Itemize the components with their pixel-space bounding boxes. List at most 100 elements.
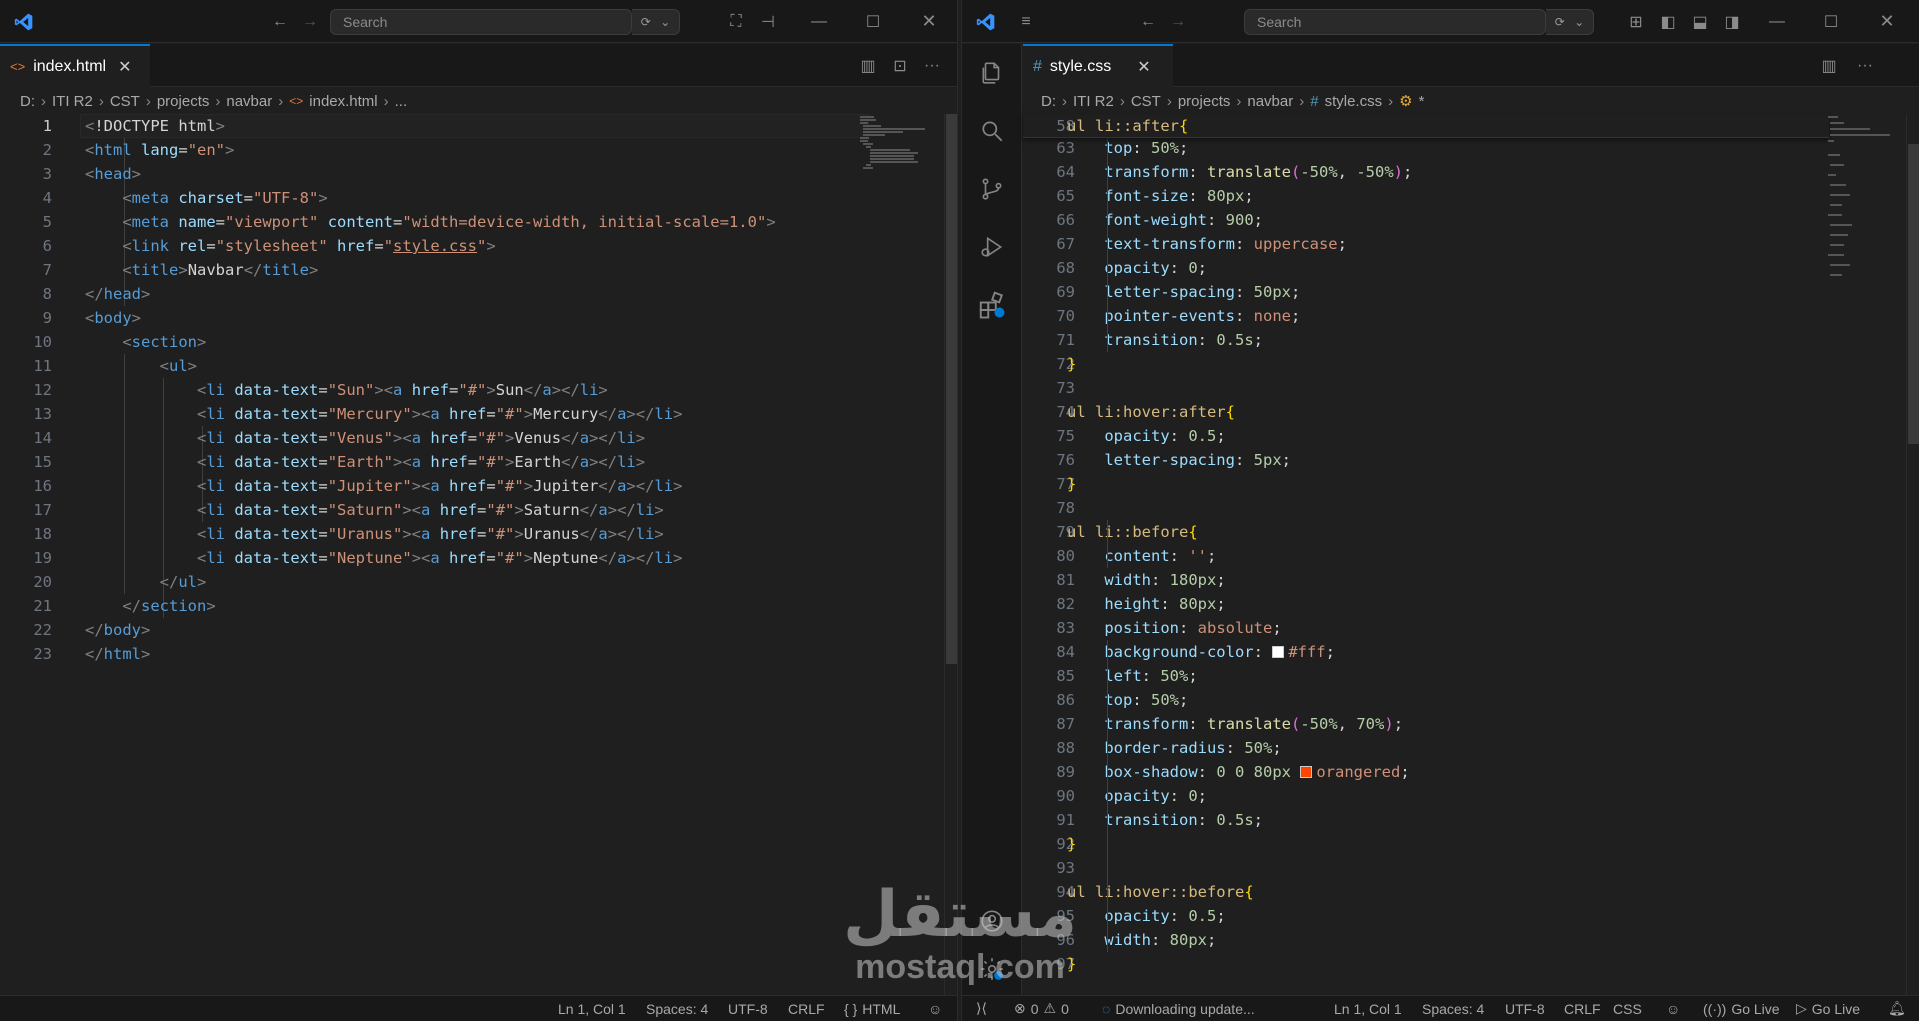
code-line[interactable]: 88 border-radius: 50%; <box>1023 736 1919 760</box>
code-line[interactable]: 16 <li data-text="Jupiter"><a href="#">J… <box>0 474 957 498</box>
code-line[interactable]: 96 width: 80px; <box>1023 928 1919 952</box>
more-actions-icon[interactable]: ··· <box>918 44 946 87</box>
notifications-bell-icon[interactable]: 🔔︎ <box>1888 996 1906 1021</box>
search-icon[interactable] <box>962 106 1022 156</box>
minimap[interactable] <box>1826 114 1896 314</box>
code-line[interactable]: 22 </body> <box>0 618 957 642</box>
close-window-button[interactable]: ✕ <box>906 0 952 43</box>
code-line[interactable]: 23 </html> <box>0 642 957 666</box>
minimap[interactable] <box>860 114 930 174</box>
close-tab-icon[interactable]: ✕ <box>118 57 131 77</box>
pin-icon[interactable]: ⊣ <box>756 0 780 43</box>
code-line[interactable]: 95 opacity: 0.5; <box>1023 904 1919 928</box>
cursor-position[interactable]: Ln 1, Col 1 <box>558 996 626 1021</box>
back-arrow-icon[interactable]: ← <box>268 0 292 43</box>
code-line[interactable]: 71 transition: 0.5s; <box>1023 328 1919 352</box>
language-mode[interactable]: CSS <box>1613 996 1642 1021</box>
code-line[interactable]: 72} <box>1023 352 1919 376</box>
forward-arrow-icon[interactable]: → <box>298 0 322 43</box>
code-line[interactable]: 80 content: ''; <box>1023 544 1919 568</box>
tab-index-html[interactable]: <> index.html ✕ <box>0 44 150 87</box>
breadcrumb-item[interactable]: CST <box>110 93 140 110</box>
code-line[interactable]: 65 font-size: 80px; <box>1023 184 1919 208</box>
code-line[interactable]: 79 ul li::before{ <box>1023 520 1919 544</box>
run-debug-icon[interactable] <box>962 222 1022 272</box>
code-editor[interactable]: 1 <!DOCTYPE html> 2 <html lang="en"> 3 <head>… <box>0 114 957 995</box>
back-arrow-icon[interactable]: ← <box>1136 0 1160 43</box>
lock-icon[interactable]: ⊡ <box>886 44 914 87</box>
code-line[interactable]: 84 background-color: #fff; <box>1023 640 1919 664</box>
update-status[interactable]: ◌ Downloading update... <box>1102 996 1255 1021</box>
code-line[interactable]: 87 transform: translate(-50%, 70%); <box>1023 712 1919 736</box>
breadcrumb-item[interactable]: CST <box>1131 93 1161 110</box>
code-line[interactable]: 64 transform: translate(-50%, -50%); <box>1023 160 1919 184</box>
breadcrumb-item[interactable]: style.css <box>1325 93 1383 110</box>
copilot-status-icon[interactable]: ☺ <box>928 996 942 1021</box>
code-line[interactable]: 8 </head> <box>0 282 957 306</box>
code-line[interactable]: 7 <title>Navbar</title> <box>0 258 957 282</box>
go-live-button-2[interactable]: ▷ Go Live <box>1796 996 1860 1021</box>
minimize-button[interactable]: — <box>1754 0 1800 43</box>
code-line[interactable]: 6 <link rel="stylesheet" href="style.css… <box>0 234 957 258</box>
cursor-position[interactable]: Ln 1, Col 1 <box>1334 996 1402 1021</box>
code-line[interactable]: 5 <meta name="viewport" content="width=d… <box>0 210 957 234</box>
breadcrumb-item[interactable]: D: <box>20 93 35 110</box>
code-editor[interactable]: left: 50%; 63 top: 50%;64 transform: tran… <box>1023 114 1919 1021</box>
vertical-scrollbar[interactable] <box>944 114 957 995</box>
go-live-button-1[interactable]: ((·)) Go Live <box>1703 996 1780 1021</box>
menu-icon[interactable]: ≡ <box>1014 0 1038 43</box>
breadcrumb-item[interactable]: ITI R2 <box>1073 93 1114 110</box>
code-line[interactable]: 9 <body> <box>0 306 957 330</box>
more-actions-icon[interactable]: ··· <box>1851 44 1879 87</box>
language-mode[interactable]: { } HTML <box>844 996 900 1021</box>
copilot-status-icon[interactable]: ☺ <box>1666 996 1680 1021</box>
code-line[interactable]: 63 top: 50%; <box>1023 136 1919 160</box>
code-line[interactable]: 75 opacity: 0.5; <box>1023 424 1919 448</box>
code-line[interactable]: 12 <li data-text="Sun"><a href="#">Sun</… <box>0 378 957 402</box>
vertical-scrollbar[interactable] <box>1906 114 1919 995</box>
tab-style-css[interactable]: # style.css ✕ <box>1023 44 1173 87</box>
code-line[interactable]: 92} <box>1023 832 1919 856</box>
code-line[interactable]: 66 font-weight: 900; <box>1023 208 1919 232</box>
breadcrumb-item[interactable]: navbar <box>1247 93 1293 110</box>
customize-layout-icon[interactable]: ⊞ <box>1622 0 1650 43</box>
source-control-icon[interactable] <box>962 164 1022 214</box>
code-line[interactable]: 13 <li data-text="Mercury"><a href="#">M… <box>0 402 957 426</box>
split-editor-icon[interactable]: ▥ <box>1815 44 1843 87</box>
sticky-scroll-header[interactable]: 58 ul li::after{ <box>1023 114 1829 138</box>
breadcrumb-item[interactable]: index.html <box>309 93 377 110</box>
code-line[interactable]: 2 <html lang="en"> <box>0 138 957 162</box>
split-editor-icon[interactable]: ▥ <box>854 44 882 87</box>
code-line[interactable]: 14 <li data-text="Venus"><a href="#">Ven… <box>0 426 957 450</box>
code-line[interactable]: 76 letter-spacing: 5px; <box>1023 448 1919 472</box>
breadcrumb-item[interactable]: D: <box>1041 93 1056 110</box>
indentation[interactable]: Spaces: 4 <box>1422 996 1484 1021</box>
close-tab-icon[interactable]: ✕ <box>1137 57 1150 77</box>
code-line[interactable]: 10 <section> <box>0 330 957 354</box>
code-line[interactable]: 82 height: 80px; <box>1023 592 1919 616</box>
breadcrumb-item[interactable]: ... <box>395 93 408 110</box>
problems-indicator[interactable]: ⊗ 0 ⚠ 0 <box>1014 996 1069 1021</box>
search-input[interactable]: Search <box>330 9 632 35</box>
settings-gear-icon[interactable] <box>962 944 1022 994</box>
code-line[interactable]: 1 <!DOCTYPE html> <box>0 114 957 138</box>
code-line[interactable]: 68 opacity: 0; <box>1023 256 1919 280</box>
code-line[interactable]: 19 <li data-text="Neptune"><a href="#">N… <box>0 546 957 570</box>
minimize-button[interactable]: — <box>796 0 842 43</box>
code-line[interactable]: 58 ul li::after{ <box>1023 114 1829 138</box>
breadcrumb-item[interactable]: * <box>1419 93 1425 110</box>
forward-arrow-icon[interactable]: → <box>1166 0 1190 43</box>
maximize-button[interactable]: ☐ <box>1808 0 1854 43</box>
end-of-line[interactable]: CRLF <box>1564 996 1601 1021</box>
code-line[interactable]: 67 text-transform: uppercase; <box>1023 232 1919 256</box>
code-line[interactable]: 91 transition: 0.5s; <box>1023 808 1919 832</box>
code-line[interactable]: 89 box-shadow: 0 0 80px orangered; <box>1023 760 1919 784</box>
breadcrumb-item[interactable]: ITI R2 <box>52 93 93 110</box>
breadcrumb-item[interactable]: projects <box>1178 93 1231 110</box>
code-line[interactable]: 90 opacity: 0; <box>1023 784 1919 808</box>
remote-icon[interactable]: ⟩⟨ <box>976 996 987 1021</box>
encoding[interactable]: UTF-8 <box>728 996 768 1021</box>
breadcrumb-item[interactable]: projects <box>157 93 210 110</box>
code-line[interactable]: 11 <ul> <box>0 354 957 378</box>
code-line[interactable]: 18 <li data-text="Uranus"><a href="#">Ur… <box>0 522 957 546</box>
